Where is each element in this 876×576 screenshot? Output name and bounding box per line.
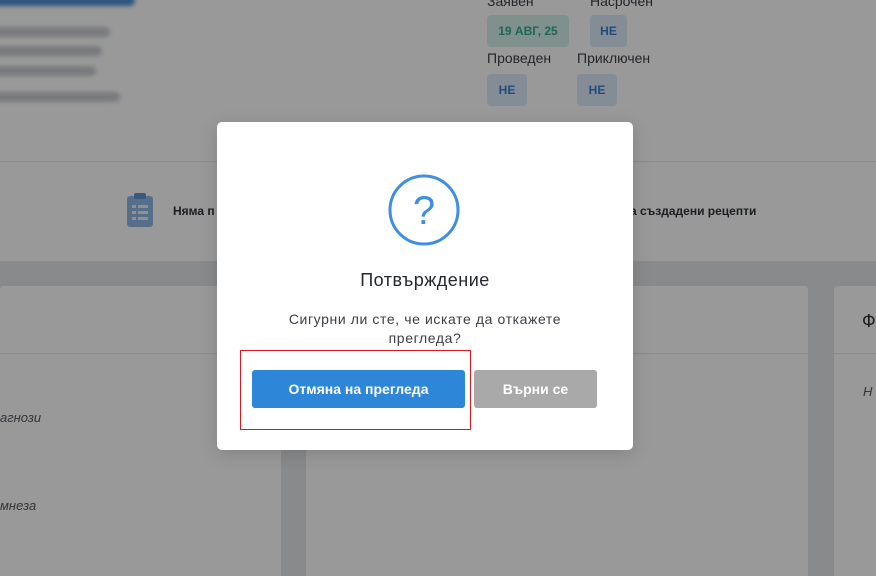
dialog-message: Сигурни ли сте, че искате да откажете пр… — [288, 311, 562, 346]
question-circle-icon: ? — [388, 174, 460, 246]
focus-highlight — [240, 350, 471, 430]
dialog-title: Потвърждение — [360, 270, 490, 290]
svg-text:?: ? — [413, 189, 435, 233]
go-back-button[interactable]: Върни се — [474, 370, 597, 408]
